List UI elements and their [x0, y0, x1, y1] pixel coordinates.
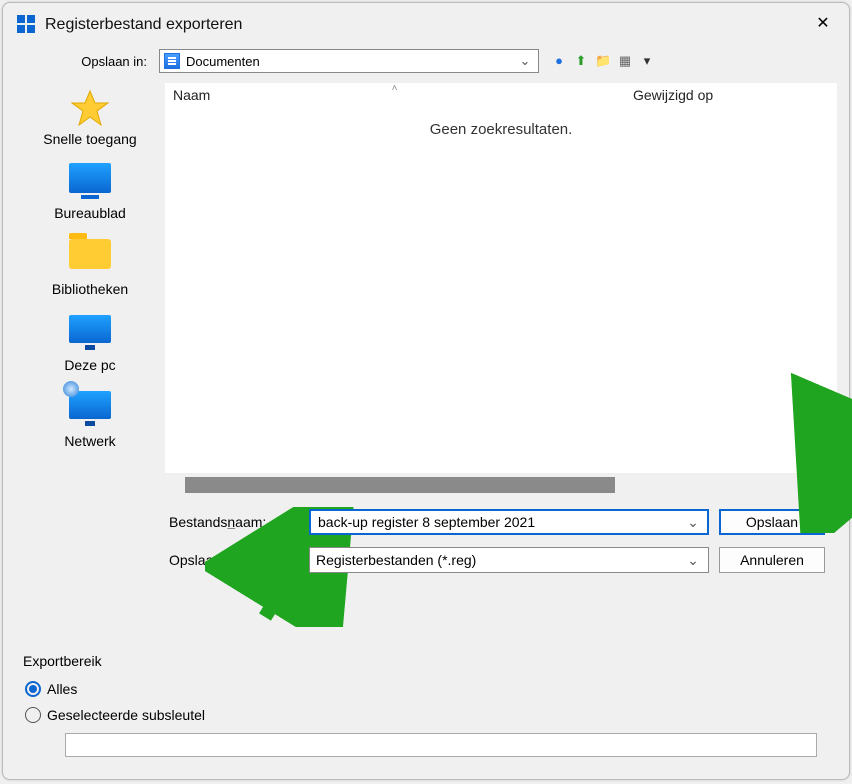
selected-subkey-input[interactable] — [65, 733, 817, 757]
up-one-level-icon[interactable]: ⬆ — [573, 53, 589, 69]
empty-results-message: Geen zoekresultaten. — [165, 121, 837, 138]
desktop-icon — [69, 163, 111, 193]
column-header-modified[interactable]: Gewijzigd op — [625, 83, 837, 111]
horizontal-scrollbar[interactable] — [165, 477, 837, 493]
scrollbar-thumb[interactable] — [185, 477, 615, 493]
monitor-icon — [69, 315, 111, 343]
view-menu-caret-icon[interactable]: ▾ — [639, 53, 655, 69]
documents-icon — [164, 53, 180, 69]
file-list[interactable]: Naam ˄ Gewijzigd op Geen zoekresultaten. — [165, 83, 837, 473]
titlebar: Registerbestand exporteren ✕ — [3, 3, 849, 43]
star-icon — [69, 89, 111, 127]
radio-icon — [25, 707, 41, 723]
cancel-button[interactable]: Annuleren — [719, 547, 825, 573]
sidebar-item-label: Bibliotheken — [25, 281, 155, 297]
filename-input-field[interactable] — [316, 513, 684, 531]
export-range-group: Exportbereik Alles Geselecteerde subsleu… — [15, 663, 837, 767]
export-dialog: Registerbestand exporteren ✕ Opslaan in:… — [2, 2, 850, 780]
sidebar-item-label: Deze pc — [25, 357, 155, 373]
new-folder-icon[interactable]: 📁 — [595, 53, 611, 69]
filetype-combo[interactable]: Registerbestanden (*.reg) ⌄ — [309, 547, 709, 573]
sidebar-item-desktop[interactable]: Bureaublad — [25, 157, 155, 225]
chevron-down-icon[interactable]: ⌄ — [684, 514, 702, 531]
folder-icon — [69, 239, 111, 269]
recent-locations-icon[interactable]: ● — [551, 53, 567, 69]
radio-selected-subkey[interactable]: Geselecteerde subsleutel — [25, 707, 827, 723]
sidebar-item-network[interactable]: Netwerk — [25, 383, 155, 453]
filename-label: Bestandsnaam: — [169, 514, 299, 530]
sidebar-item-label: Netwerk — [25, 433, 155, 449]
sidebar-item-label: Bureaublad — [25, 205, 155, 221]
chevron-down-icon[interactable]: ⌄ — [684, 552, 702, 569]
save-button[interactable]: Opslaan — [719, 509, 825, 535]
chevron-down-icon[interactable]: ⌄ — [516, 53, 534, 69]
close-button[interactable]: ✕ — [811, 13, 835, 37]
sidebar-item-label: Snelle toegang — [25, 131, 155, 147]
regedit-icon — [17, 15, 37, 35]
sidebar-item-libraries[interactable]: Bibliotheken — [25, 231, 155, 301]
file-input-rows: Bestandsnaam: ⌄ Opslaan Opslaan als: Reg… — [165, 493, 837, 581]
sort-asc-icon: ˄ — [392, 83, 398, 94]
save-in-combo[interactable]: Documenten ⌄ — [159, 49, 539, 73]
filename-input[interactable]: ⌄ — [309, 509, 709, 535]
radio-icon — [25, 681, 41, 697]
places-sidebar: Snelle toegang Bureaublad Bibliotheken D… — [15, 83, 165, 635]
save-in-label: Opslaan in: — [17, 54, 147, 69]
column-header-name-label: Naam — [173, 87, 210, 103]
save-in-value: Documenten — [186, 54, 510, 69]
sidebar-item-this-pc[interactable]: Deze pc — [25, 307, 155, 377]
toolbar-icons: ● ⬆ 📁 ▦ ▾ — [551, 53, 655, 69]
column-header-name[interactable]: Naam ˄ — [165, 83, 625, 111]
column-header-modified-label: Gewijzigd op — [633, 87, 713, 103]
radio-all-label: Alles — [47, 681, 77, 697]
radio-selected-label: Geselecteerde subsleutel — [47, 707, 205, 723]
network-icon — [69, 391, 111, 419]
sidebar-item-quick-access[interactable]: Snelle toegang — [25, 87, 155, 151]
filetype-value: Registerbestanden (*.reg) — [316, 552, 684, 568]
filetype-label: Opslaan als: — [169, 552, 299, 568]
save-in-row: Opslaan in: Documenten ⌄ ● ⬆ 📁 ▦ ▾ — [3, 43, 849, 83]
radio-all[interactable]: Alles — [25, 681, 827, 697]
export-range-legend: Exportbereik — [19, 653, 106, 669]
window-title: Registerbestand exporteren — [45, 16, 242, 34]
view-menu-icon[interactable]: ▦ — [617, 53, 633, 69]
